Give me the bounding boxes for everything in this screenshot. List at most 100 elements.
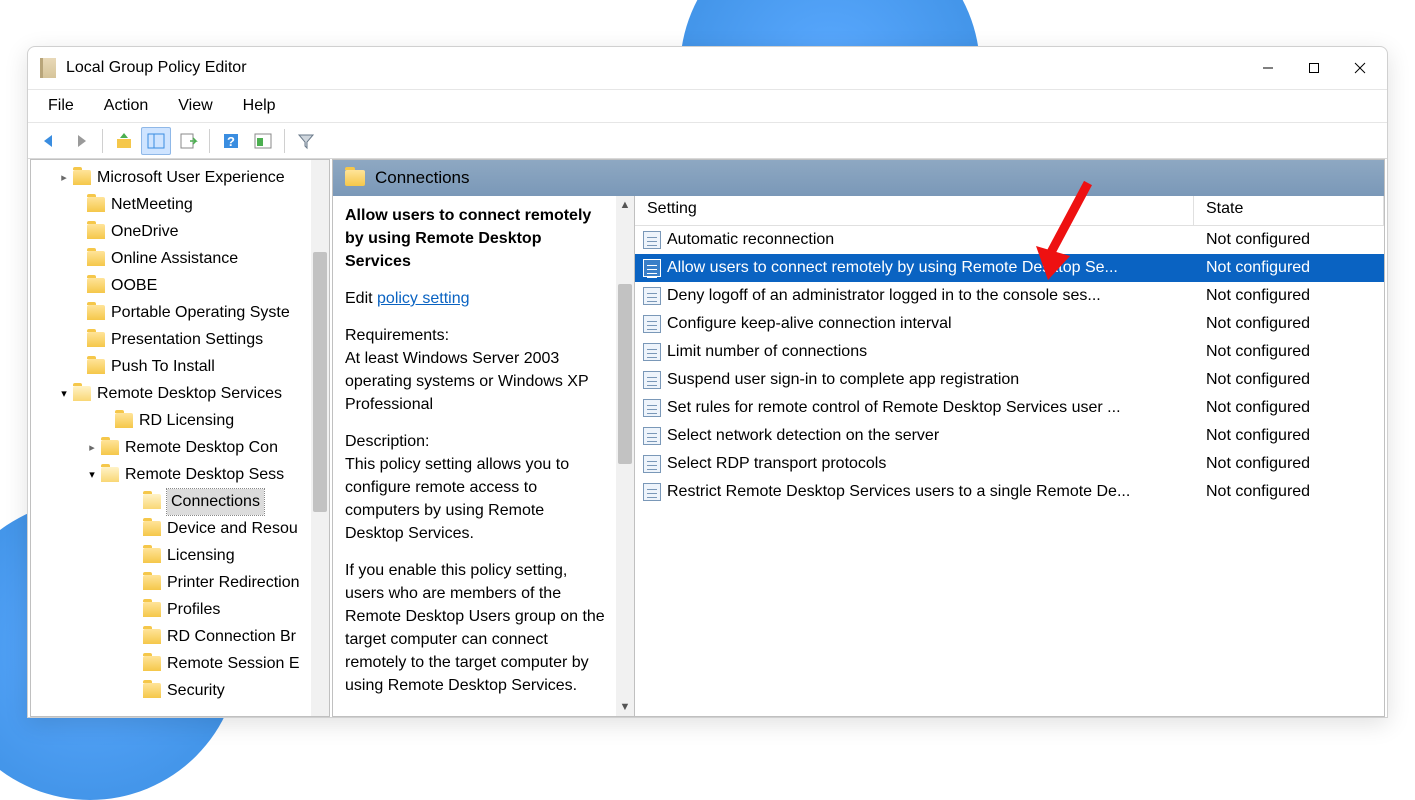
setting-row[interactable]: Select RDP transport protocolsNot config… [635,450,1384,478]
setting-row[interactable]: Limit number of connectionsNot configure… [635,338,1384,366]
tree-item[interactable]: Push To Install [31,353,313,380]
folder-icon [87,224,105,239]
tree-item-label: Push To Install [111,354,215,380]
export-list-button[interactable] [173,127,203,155]
requirements: Requirements:At least Windows Server 200… [345,324,605,416]
tree-item[interactable]: Security [31,677,313,704]
policy-setting-link[interactable]: policy setting [377,290,470,307]
setting-name: Allow users to connect remotely by using… [667,259,1194,277]
toolbar: ? [28,123,1387,159]
column-state[interactable]: State [1194,196,1384,225]
tree-item-label: Remote Desktop Con [125,435,278,461]
tree-item-label: Microsoft User Experience [97,165,285,191]
tree-item[interactable]: OOBE [31,272,313,299]
setting-name: Suspend user sign-in to complete app reg… [667,371,1194,389]
tree-item[interactable]: Printer Redirection [31,569,313,596]
folder-icon [143,548,161,563]
folder-icon [345,170,365,186]
tree-item[interactable]: ▾Remote Desktop Sess [31,461,313,488]
policy-icon [643,483,661,501]
tree-item[interactable]: ▸ Remote Desktop Con [31,434,313,461]
setting-row[interactable]: Restrict Remote Desktop Services users t… [635,478,1384,506]
app-icon [40,58,56,78]
scrollbar-thumb[interactable] [313,252,327,512]
split: Allow users to connect remotely by using… [333,196,1384,716]
filter-button[interactable] [291,127,321,155]
tree-item[interactable]: ▾Remote Desktop Services [31,380,313,407]
tree-item-label: Security [167,678,225,704]
detail-scrollbar[interactable]: ▲ ▼ [616,196,634,716]
menu-file[interactable]: File [34,93,88,119]
folder-icon [87,278,105,293]
setting-state: Not configured [1194,315,1384,333]
tree-item[interactable]: Presentation Settings [31,326,313,353]
setting-state: Not configured [1194,231,1384,249]
tree-item[interactable]: Portable Operating Syste [31,299,313,326]
detail-title: Allow users to connect remotely by using… [345,204,605,273]
help-button[interactable]: ? [216,127,246,155]
setting-name: Restrict Remote Desktop Services users t… [667,483,1194,501]
tree-item[interactable]: Connections [31,488,313,515]
setting-row[interactable]: Automatic reconnectionNot configured [635,226,1384,254]
separator [209,129,210,153]
tree-item[interactable]: OneDrive [31,218,313,245]
properties-button[interactable] [248,127,278,155]
tree-item-label: RD Licensing [139,408,234,434]
folder-icon [143,683,161,698]
setting-row[interactable]: Configure keep-alive connection interval… [635,310,1384,338]
tree-item[interactable]: ▸ Microsoft User Experience [31,164,313,191]
tree-item[interactable]: RD Licensing [31,407,313,434]
setting-name: Automatic reconnection [667,231,1194,249]
policy-icon [643,343,661,361]
forward-button[interactable] [66,127,96,155]
chevron-right-icon[interactable]: ▸ [85,435,99,461]
content-area: ▸ Microsoft User ExperienceNetMeetingOneD… [28,159,1387,717]
chevron-down-icon[interactable]: ▾ [57,381,71,407]
tree-item[interactable]: Profiles [31,596,313,623]
tree-item-label: Connections [167,489,264,515]
scrollbar-thumb[interactable] [618,284,632,464]
setting-row[interactable]: Select network detection on the serverNo… [635,422,1384,450]
tree-scrollbar[interactable] [311,160,329,716]
detail-pane: Allow users to connect remotely by using… [333,196,635,716]
chevron-down-icon[interactable]: ▾ [85,462,99,488]
tree-item-label: NetMeeting [111,192,193,218]
menu-view[interactable]: View [164,93,226,119]
maximize-button[interactable] [1291,47,1337,89]
setting-row[interactable]: Allow users to connect remotely by using… [635,254,1384,282]
policy-icon [643,287,661,305]
setting-row[interactable]: Suspend user sign-in to complete app reg… [635,366,1384,394]
back-button[interactable] [34,127,64,155]
folder-icon [87,251,105,266]
tree-item[interactable]: Licensing [31,542,313,569]
close-button[interactable] [1337,47,1383,89]
policy-icon [643,231,661,249]
folder-icon [143,575,161,590]
scroll-up-icon[interactable]: ▲ [616,196,634,214]
setting-row[interactable]: Set rules for remote control of Remote D… [635,394,1384,422]
menu-help[interactable]: Help [229,93,290,119]
folder-icon [143,656,161,671]
tree-item[interactable]: Online Assistance [31,245,313,272]
tree-item[interactable]: Remote Session E [31,650,313,677]
minimize-button[interactable] [1245,47,1291,89]
tree[interactable]: ▸ Microsoft User ExperienceNetMeetingOneD… [31,160,313,708]
tree-item[interactable]: RD Connection Br [31,623,313,650]
tree-item[interactable]: NetMeeting [31,191,313,218]
scroll-down-icon[interactable]: ▼ [616,698,634,716]
folder-icon [87,305,105,320]
tree-item[interactable]: Device and Resou [31,515,313,542]
folder-icon [87,359,105,374]
show-hide-tree-button[interactable] [141,127,171,155]
edit-line: Edit policy setting [345,287,605,310]
setting-name: Configure keep-alive connection interval [667,315,1194,333]
menu-action[interactable]: Action [90,93,162,119]
chevron-right-icon[interactable]: ▸ [57,165,71,191]
policy-icon [643,427,661,445]
right-pane: Connections Allow users to connect remot… [332,159,1385,717]
up-button[interactable] [109,127,139,155]
column-setting[interactable]: Setting [635,196,1194,225]
setting-name: Select RDP transport protocols [667,455,1194,473]
setting-row[interactable]: Deny logoff of an administrator logged i… [635,282,1384,310]
tree-item-label: OOBE [111,273,157,299]
